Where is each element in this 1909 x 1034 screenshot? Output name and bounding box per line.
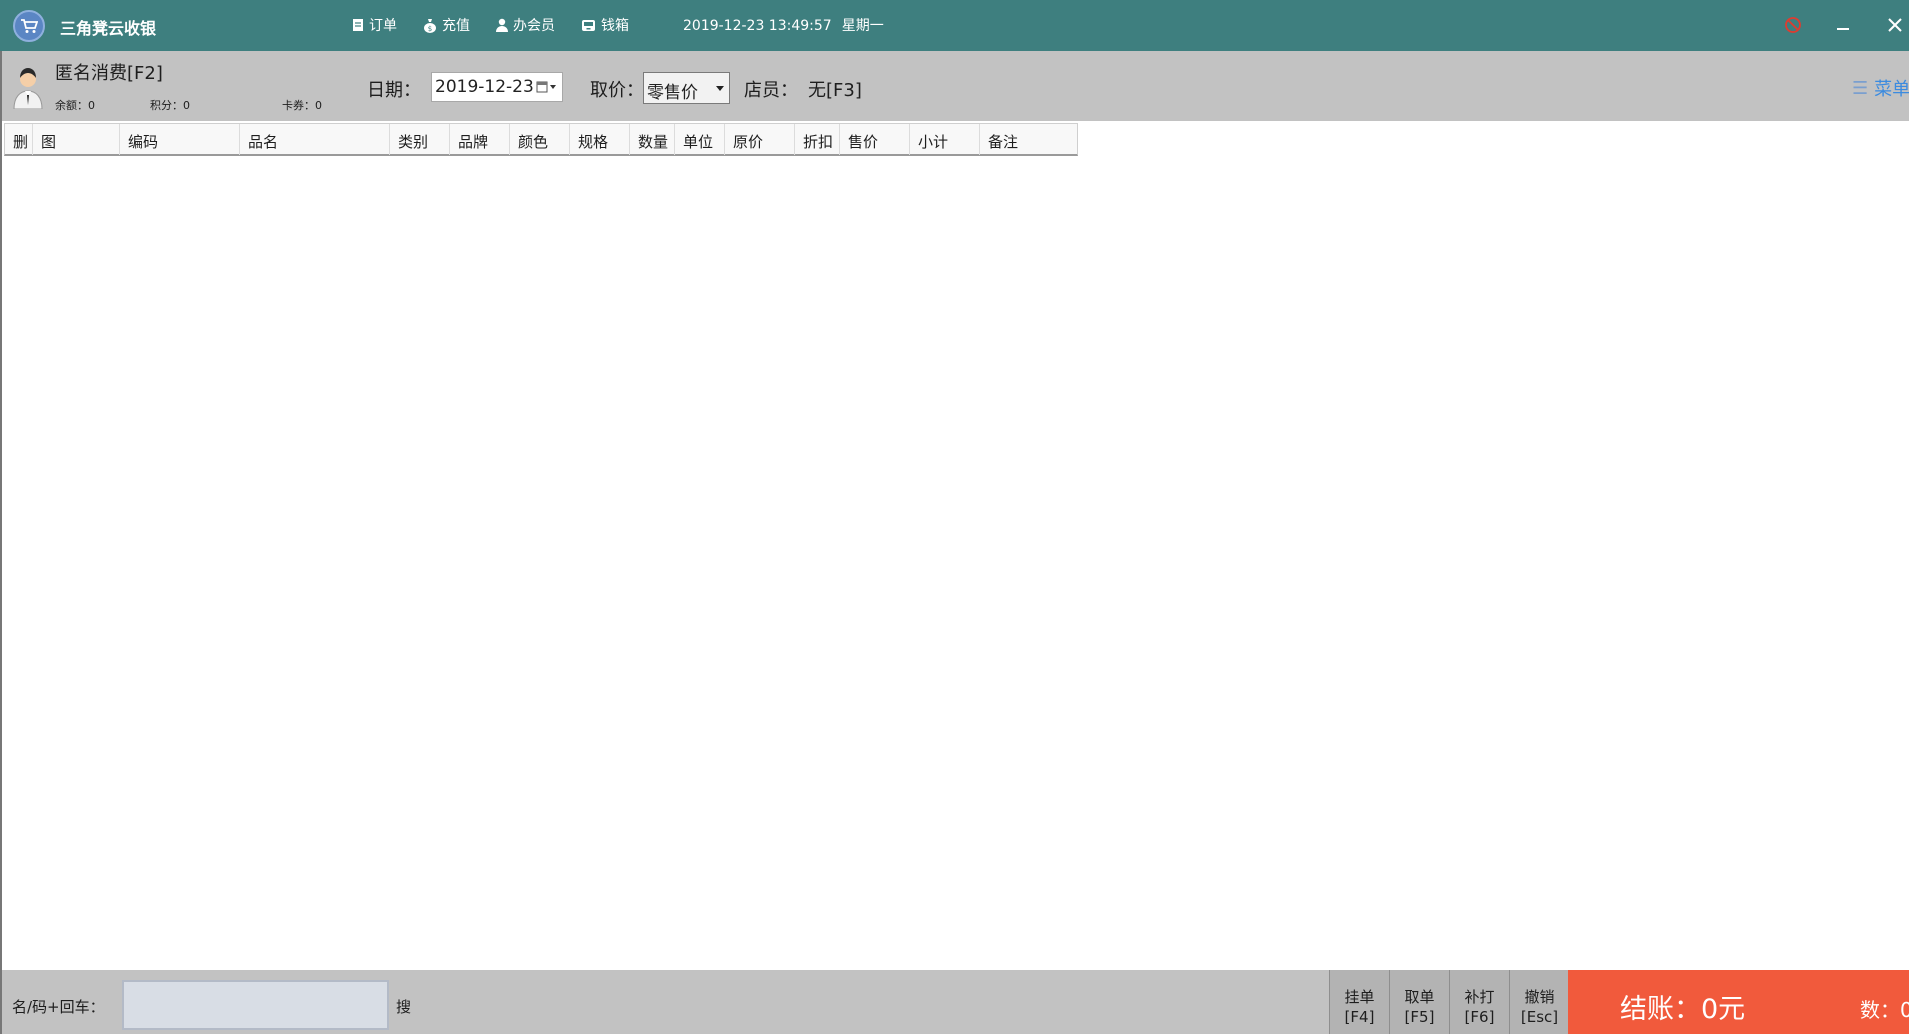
svg-text:$: $ [428,25,432,33]
product-table-area: 删 图 编码 品名 类别 品牌 颜色 规格 数量 单位 原价 折扣 售价 小计 … [0,121,1909,970]
item-count: 数：0 [1860,998,1909,1022]
nav-recharge[interactable]: $ 充值 [423,15,470,35]
date-value: 2019-12-23 [435,77,534,97]
document-icon [353,19,363,31]
member-name[interactable]: 匿名消费[F2] [55,59,163,85]
col-remarks: 备注 [988,133,1019,151]
member-coupons: 卡券：0 [282,99,322,112]
price-label: 取价： [590,80,644,101]
hold-order-label: 挂单 [1344,988,1375,1006]
col-original-price: 原价 [725,124,795,155]
col-unit: 单位 [675,124,725,155]
product-search-input[interactable] [122,980,389,1030]
price-type-value: 零售价 [647,83,698,103]
nav-cash-drawer[interactable]: 钱箱 [581,15,629,35]
cancel-label: 撤销 [1524,988,1555,1006]
col-code: 编码 [120,124,240,155]
price-type-select[interactable]: 零售价 [643,72,730,104]
datetime: 2019-12-23 13:49:57 星期一 [683,15,884,35]
title-bar: 三角凳云收银 订单 $ 充值 办会员 钱箱 2019-12-23 13:49:5… [0,0,1909,51]
reprint-label: 补打 [1464,988,1495,1006]
menu-label: 菜单 [1874,79,1909,100]
retrieve-order-button[interactable]: 取单 [F5] [1389,970,1449,1034]
nav-orders-label: 订单 [369,18,397,34]
reprint-button[interactable]: 补打 [F6] [1449,970,1509,1034]
top-nav: 订单 $ 充值 办会员 钱箱 [352,15,655,35]
reprint-key: [F6] [1464,1008,1495,1026]
col-brand: 品牌 [450,124,510,155]
bottom-bar: 名/码+回车： 搜 挂单 [F4] 取单 [F5] 补打 [F6] 撤销 [Es… [0,970,1909,1034]
nav-cash-drawer-label: 钱箱 [601,18,629,34]
col-sale-price: 售价 [840,124,910,155]
cancel-key: [Esc] [1520,1008,1559,1026]
nav-register-member[interactable]: 办会员 [496,15,555,35]
current-time: 2019-12-23 13:49:57 [683,18,832,34]
close-button[interactable] [1882,12,1908,38]
nav-recharge-label: 充值 [442,18,470,34]
col-image: 图 [33,124,120,155]
chevron-down-icon [716,86,724,91]
col-spec: 规格 [570,124,630,155]
menu-button[interactable]: ☰ 菜单 [1852,75,1909,101]
search-button[interactable]: 搜 [396,996,411,1017]
col-quantity: 数量 [630,124,675,155]
checkout-total: 结账：0元 [1620,994,1746,1025]
col-discount: 折扣 [795,124,840,155]
member-avatar[interactable] [10,59,46,110]
app-title: 三角凳云收银 [60,19,157,38]
clerk-value[interactable]: 无[F3] [808,76,862,102]
date-picker[interactable]: 2019-12-23 [431,72,563,102]
hold-order-key: [F4] [1344,1008,1375,1026]
minimize-icon [1837,28,1849,30]
col-color: 颜色 [510,124,570,155]
search-label: 名/码+回车： [12,998,105,1016]
member-points: 积分：0 [150,99,190,112]
weekday: 星期一 [841,18,884,34]
col-name: 品名 [240,124,390,155]
hold-order-button[interactable]: 挂单 [F4] [1329,970,1389,1034]
shopping-cart-icon [13,10,45,42]
cancel-button[interactable]: 撤销 [Esc] [1509,970,1569,1034]
person-avatar-icon [13,68,43,110]
retrieve-order-label: 取单 [1404,988,1435,1006]
retrieve-order-key: [F5] [1404,1008,1435,1026]
no-connection-icon[interactable] [1780,12,1806,38]
nav-register-member-label: 办会员 [513,18,555,34]
date-label: 日期： [367,80,421,101]
table-header: 删 图 编码 品名 类别 品牌 颜色 规格 数量 单位 原价 折扣 售价 小计 … [4,123,1078,156]
minimize-button[interactable] [1830,12,1856,38]
calendar-dropdown-icon[interactable] [536,81,558,93]
member-balance: 余额：0 [55,99,95,112]
checkout-button[interactable]: 结账：0元 数：0 [1568,970,1909,1034]
money-bag-icon: $ [424,18,436,33]
col-category: 类别 [390,124,450,155]
clerk-label: 店员： [744,80,798,101]
hamburger-icon: ☰ [1852,77,1869,99]
col-delete: 删 [5,124,33,155]
cash-drawer-icon [582,19,595,31]
user-icon [496,18,508,32]
col-subtotal: 小计 [910,124,980,155]
close-icon [1888,18,1902,32]
nav-orders[interactable]: 订单 [352,15,397,35]
toolbar: 匿名消费[F2] 余额：0 积分：0 卡券：0 日期： 2019-12-23 取… [0,51,1909,121]
